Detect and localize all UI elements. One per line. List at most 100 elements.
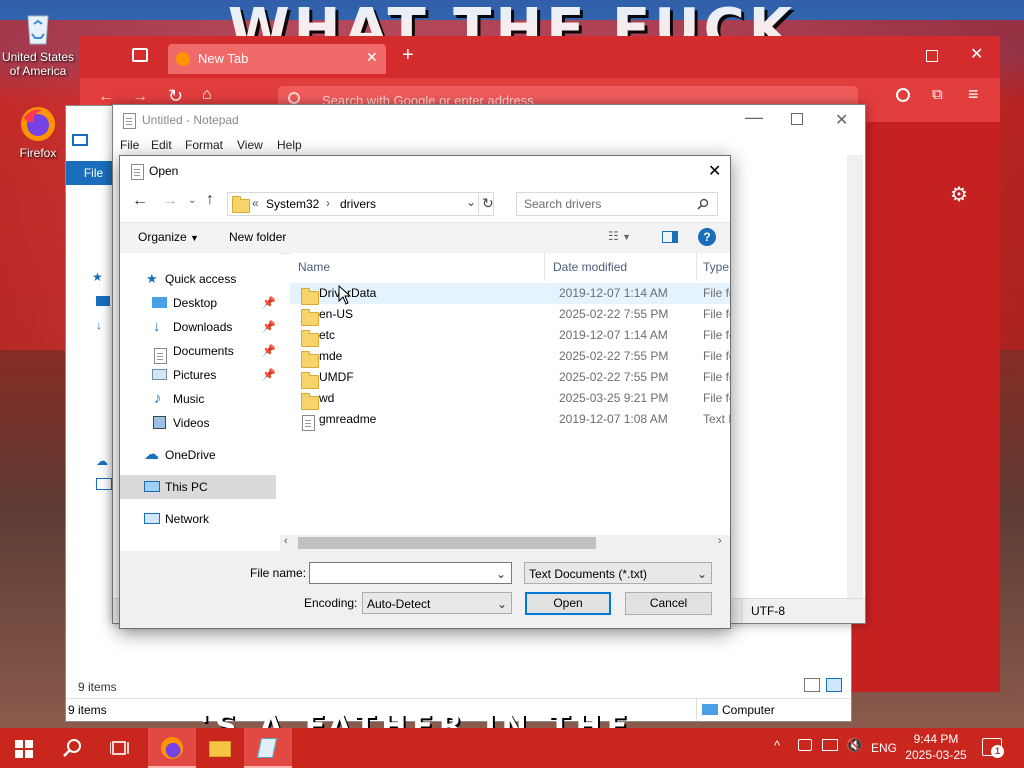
close-icon[interactable]: ✕ <box>708 161 721 181</box>
task-view-button[interactable] <box>96 728 144 768</box>
file-name-label: File name: <box>250 566 307 580</box>
file-type: Text D <box>703 412 730 426</box>
nav-quick-access[interactable]: ★ Quick access <box>120 267 280 291</box>
mouse-cursor-icon <box>338 285 352 305</box>
notepad-title-bar: Untitled - Notepad — ✕ <box>113 105 865 135</box>
tab-overview-icon[interactable] <box>132 48 148 62</box>
chevron-down-icon: ⌄ <box>697 567 708 581</box>
open-button[interactable]: Open <box>525 592 611 615</box>
nav-downloads[interactable]: ↓ Downloads 📌 <box>120 315 280 339</box>
search-input[interactable]: Search drivers <box>516 192 718 216</box>
file-row[interactable]: en-US 2025-02-22 7:55 PM File fo <box>290 304 730 326</box>
account-icon[interactable] <box>896 88 910 102</box>
folder-icon <box>232 195 250 213</box>
file-name-input[interactable]: ⌄ <box>309 562 512 584</box>
file-row[interactable]: wd 2025-03-25 9:21 PM File fo <box>290 388 730 410</box>
nav-network[interactable]: Network <box>120 507 280 531</box>
file-type-select[interactable]: Text Documents (*.txt) ⌄ <box>524 562 712 584</box>
file-date: 2025-02-22 7:55 PM <box>559 370 669 384</box>
new-folder-button[interactable]: New folder <box>229 230 286 244</box>
nav-music[interactable]: ♪ Music <box>120 387 280 411</box>
home-icon[interactable]: ⌂ <box>202 86 212 104</box>
minimize-icon[interactable]: — <box>745 107 763 128</box>
nav-videos[interactable]: Videos <box>120 411 280 435</box>
pin-icon[interactable]: 📌 <box>262 291 276 315</box>
maximize-icon[interactable] <box>926 50 938 62</box>
close-window-icon[interactable]: ✕ <box>970 44 983 64</box>
view-options-icon[interactable]: ☷ ▼ <box>608 229 631 243</box>
organize-button[interactable]: Organize ▼ <box>138 230 199 244</box>
column-header-date[interactable]: Date modified <box>553 253 697 281</box>
help-icon[interactable]: ? <box>698 228 716 246</box>
taskbar-file-explorer[interactable] <box>196 728 244 768</box>
file-type: File fo <box>703 286 730 300</box>
pin-icon[interactable]: 📌 <box>262 315 276 339</box>
desktop-icon-recycle-bin[interactable]: United States of America <box>0 8 76 78</box>
maximize-icon[interactable] <box>791 113 803 125</box>
notification-center-icon[interactable]: 1 <box>982 738 1004 758</box>
forward-icon[interactable]: → <box>162 192 178 210</box>
menu-icon[interactable]: ≡ <box>968 84 979 105</box>
network-icon[interactable] <box>822 739 838 751</box>
menu-file[interactable]: File <box>120 138 139 152</box>
file-name: gmreadme <box>319 412 377 426</box>
file-row[interactable]: UMDF 2025-02-22 7:55 PM File fo <box>290 367 730 389</box>
details-view-icon[interactable] <box>804 678 820 692</box>
organize-dropdown-icon: ▼ <box>190 233 199 243</box>
start-button[interactable] <box>0 728 48 768</box>
nav-documents[interactable]: Documents 📌 <box>120 339 280 364</box>
nav-desktop[interactable]: Desktop 📌 <box>120 291 280 315</box>
extensions-icon[interactable]: ⧉ <box>932 86 943 103</box>
file-row[interactable]: gmreadme 2019-12-07 1:08 AM Text D <box>290 409 730 431</box>
pin-icon[interactable]: 📌 <box>262 339 276 363</box>
nav-label: Videos <box>173 416 210 430</box>
close-icon[interactable]: ✕ <box>835 110 848 130</box>
menu-format[interactable]: Format <box>185 138 223 152</box>
up-icon[interactable]: ↑ <box>206 191 214 209</box>
notepad-menu-bar: File Edit Format View Help <box>113 135 865 155</box>
file-row[interactable]: DriverData 2019-12-07 1:14 AM File fo <box>290 283 730 305</box>
breadcrumb-overflow[interactable]: « <box>252 196 259 210</box>
camera-icon[interactable] <box>798 739 812 751</box>
clock[interactable]: 9:44 PM 2025-03-25 <box>904 731 968 763</box>
encoding-select[interactable]: Auto-Detect ⌄ <box>362 592 512 614</box>
scroll-left-icon[interactable]: ‹ <box>284 535 288 547</box>
firefox-tab[interactable]: New Tab ✕ <box>168 44 386 74</box>
nav-pictures[interactable]: Pictures 📌 <box>120 363 280 387</box>
nav-onedrive[interactable]: ☁ OneDrive <box>120 443 280 467</box>
notepad-vertical-scrollbar[interactable] <box>847 155 863 598</box>
search-button[interactable] <box>48 728 96 768</box>
chevron-down-icon[interactable]: ⌄ <box>496 563 506 585</box>
back-icon[interactable]: ← <box>132 192 148 210</box>
column-header-name[interactable]: Name <box>290 253 545 281</box>
nav-this-pc[interactable]: This PC <box>120 475 276 499</box>
breadcrumb-system32[interactable]: System32 <box>266 197 319 211</box>
volume-muted-icon[interactable]: 🔇 <box>846 737 863 754</box>
file-date: 2019-12-07 1:14 AM <box>559 286 668 300</box>
address-dropdown-icon[interactable]: ⌄ <box>466 195 476 209</box>
tiles-view-icon[interactable] <box>826 678 842 692</box>
breadcrumb-drivers[interactable]: drivers <box>340 197 376 211</box>
close-tab-icon[interactable]: ✕ <box>366 49 378 66</box>
new-tab-icon[interactable]: + <box>402 44 414 67</box>
menu-edit[interactable]: Edit <box>151 138 172 152</box>
column-header-type[interactable]: Type <box>703 253 730 281</box>
pin-icon[interactable]: 📌 <box>262 363 276 387</box>
scroll-right-icon[interactable]: › <box>718 535 722 547</box>
show-hidden-icons-icon[interactable]: ^ <box>774 738 780 753</box>
preview-pane-icon[interactable] <box>662 231 678 243</box>
menu-view[interactable]: View <box>237 138 263 152</box>
cancel-button[interactable]: Cancel <box>625 592 712 615</box>
file-row[interactable]: mde 2025-02-22 7:55 PM File fo <box>290 346 730 368</box>
menu-help[interactable]: Help <box>277 138 302 152</box>
file-row[interactable]: etc 2019-12-07 1:14 AM File fo <box>290 325 730 347</box>
address-bar[interactable]: « System32 › drivers ⌄ ↻ <box>227 192 494 216</box>
gear-icon[interactable]: ⚙ <box>950 182 968 207</box>
language-indicator[interactable]: ENG <box>871 741 897 755</box>
taskbar-firefox[interactable] <box>148 728 196 768</box>
taskbar-notepad[interactable] <box>244 728 292 768</box>
explorer-status-location: Computer <box>722 703 775 717</box>
scrollbar-thumb[interactable] <box>298 537 596 549</box>
refresh-icon[interactable]: ↻ <box>482 195 494 212</box>
recent-locations-icon[interactable]: ⌄ <box>188 195 196 206</box>
